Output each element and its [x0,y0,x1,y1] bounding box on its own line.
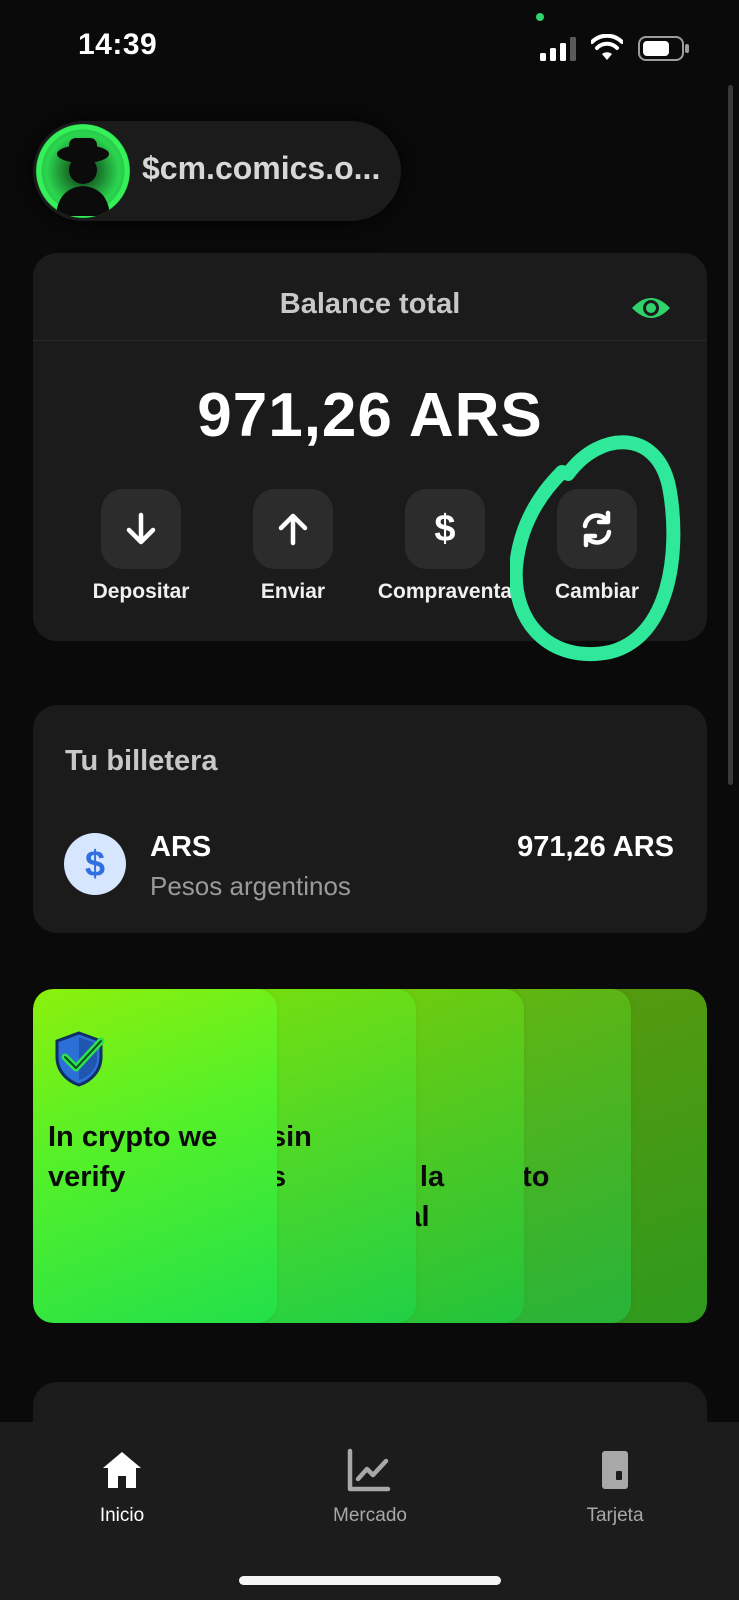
deposit-button[interactable] [101,489,181,569]
nav-card[interactable] [592,1447,638,1498]
nav-market[interactable] [346,1447,392,1498]
avatar-silhouette-icon [36,124,130,218]
battery-icon [638,36,689,61]
send-button[interactable] [253,489,333,569]
nav-home-label[interactable]: Inicio [42,1505,202,1527]
nav-market-label[interactable]: Mercado [290,1505,450,1527]
camera-indicator-dot [536,13,544,21]
avatar[interactable] [36,124,130,218]
promo-1-line1: In crypto we [48,1121,218,1153]
status-time: 14:39 [78,28,158,61]
arrow-down-icon [126,512,156,545]
balance-divider [33,340,707,341]
card-icon [602,1451,628,1489]
dollar-coin-icon: $ [64,833,126,895]
scrollbar[interactable] [728,85,733,785]
chart-icon [347,1448,391,1492]
home-indicator[interactable] [239,1576,501,1585]
exchange-button[interactable] [557,489,637,569]
promo-carousel[interactable]: a m é rypto el de la real sin s In crypt… [33,989,707,1323]
promo-card-1[interactable]: In crypto we verify [33,989,277,1323]
wallet-item-code[interactable]: ARS [150,831,211,864]
balance-title: Balance total [279,288,461,320]
shield-check-icon [55,1031,105,1087]
eye-icon[interactable] [630,292,672,324]
wifi-icon [591,34,623,60]
exchange-label[interactable]: Cambiar [507,580,687,604]
signal-icon [540,37,576,61]
balance-amount: 971,26 ARS [197,381,543,450]
arrow-up-icon [278,513,308,546]
wallet-item-balance: 971,26 ARS [517,831,674,863]
nav-card-label[interactable]: Tarjeta [535,1505,695,1527]
home-icon [103,1452,141,1488]
wallet-title: Tu billetera [65,745,218,777]
refresh-icon [582,510,612,548]
buy-sell-button[interactable]: $ [405,489,485,569]
dollar-icon: $ [434,507,456,550]
wallet-card [33,705,707,933]
nav-home[interactable] [99,1447,145,1498]
promo-1-line2: verify [48,1161,126,1193]
profile-handle[interactable]: $cm.comics.o... [142,150,380,187]
wallet-item-name: Pesos argentinos [150,871,351,901]
